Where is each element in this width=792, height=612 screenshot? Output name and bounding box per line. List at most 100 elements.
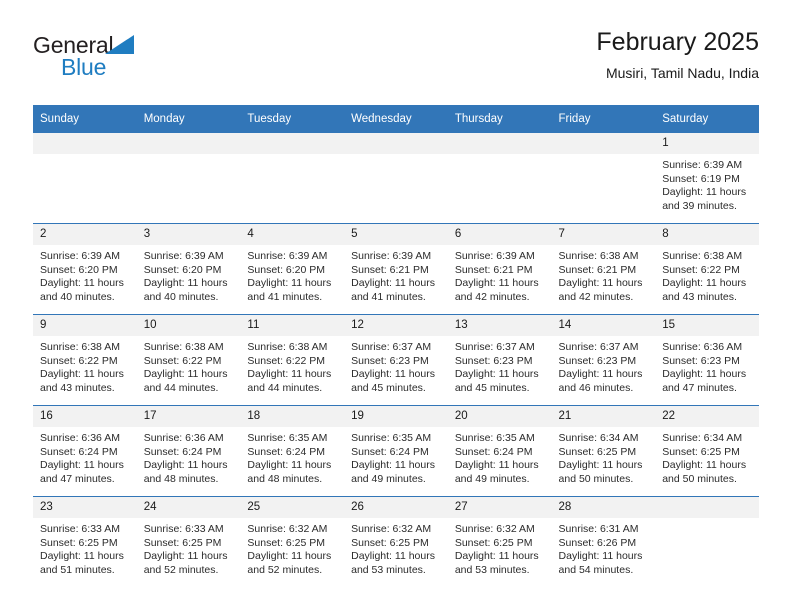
calendar-day-cell[interactable]: 12 Sunrise: 6:37 AM Sunset: 6:23 PM Dayligh… xyxy=(344,314,448,406)
weekday-header-saturday: Saturday xyxy=(655,105,759,133)
daylight-text: Daylight: 11 hours xyxy=(143,550,228,563)
daylight-text-cont: and 45 minutes. xyxy=(351,381,426,394)
sunrise-text: Sunrise: 6:38 AM xyxy=(247,341,328,353)
calendar-day-cell[interactable]: 7 Sunrise: 6:38 AM Sunset: 6:21 PM Daylight… xyxy=(551,223,656,315)
calendar-header-row: Sunday Monday Tuesday Wednesday Thursday… xyxy=(33,105,759,133)
calendar-day-cell[interactable]: 16 Sunrise: 6:36 AM Sunset: 6:24 PM Dayligh… xyxy=(33,405,137,497)
sunrise-text: Sunrise: 6:36 AM xyxy=(662,341,743,353)
sunset-text: Sunset: 6:26 PM xyxy=(558,536,637,549)
calendar-day-cell[interactable]: 18 Sunrise: 6:35 AM Sunset: 6:24 PM Dayligh… xyxy=(240,405,345,497)
day-number: 24 xyxy=(136,497,241,518)
day-details: Sunrise: 6:32 AM Sunset: 6:25 PM Daylight:… xyxy=(344,518,448,577)
daylight-text-cont: and 52 minutes. xyxy=(247,563,323,576)
day-details: Sunrise: 6:39 AM Sunset: 6:21 PM Daylight:… xyxy=(344,245,448,304)
calendar-day-cell[interactable]: 23 Sunrise: 6:33 AM Sunset: 6:25 PM Dayligh… xyxy=(33,496,137,587)
day-details: Sunrise: 6:32 AM Sunset: 6:25 PM Daylight:… xyxy=(240,518,344,577)
sunset-text: Sunset: 6:23 PM xyxy=(351,354,429,367)
calendar-day-cell[interactable]: 2 Sunrise: 6:39 AM Sunset: 6:20 PM Daylight… xyxy=(33,223,137,315)
day-details: Sunrise: 6:38 AM Sunset: 6:21 PM Daylight:… xyxy=(552,245,656,304)
weekday-row: Sunday Monday Tuesday Wednesday Thursday… xyxy=(33,105,759,133)
calendar-day-cell[interactable]: 22 Sunrise: 6:34 AM Sunset: 6:25 PM Dayligh… xyxy=(655,405,759,497)
sunset-text: Sunset: 6:25 PM xyxy=(662,445,740,458)
daylight-text-cont: and 46 minutes. xyxy=(558,381,634,394)
daylight-text: Daylight: 11 hours xyxy=(143,459,228,472)
daylight-text: Daylight: 11 hours xyxy=(558,459,643,472)
sunrise-text: Sunrise: 6:37 AM xyxy=(558,341,639,353)
day-details: Sunrise: 6:37 AM Sunset: 6:23 PM Daylight:… xyxy=(344,336,448,395)
calendar-week-row: 1 Sunrise: 6:39 AM Sunset: 6:19 PM Daylight… xyxy=(33,133,759,224)
day-number: 7 xyxy=(551,224,656,245)
daylight-text: Daylight: 11 hours xyxy=(662,277,747,290)
calendar-day-cell[interactable]: 27 Sunrise: 6:32 AM Sunset: 6:25 PM Dayligh… xyxy=(447,496,552,587)
calendar-day-cell[interactable]: 5 Sunrise: 6:39 AM Sunset: 6:21 PM Daylight… xyxy=(344,223,448,315)
calendar-day-cell[interactable]: 25 Sunrise: 6:32 AM Sunset: 6:25 PM Dayligh… xyxy=(240,496,345,587)
calendar-day-cell[interactable]: 8 Sunrise: 6:38 AM Sunset: 6:22 PM Daylight… xyxy=(655,223,759,315)
sunset-text: Sunset: 6:22 PM xyxy=(40,354,118,367)
calendar-day-cell[interactable]: 24 Sunrise: 6:33 AM Sunset: 6:25 PM Dayligh… xyxy=(136,496,241,587)
calendar-day-cell[interactable]: 15 Sunrise: 6:36 AM Sunset: 6:23 PM Dayligh… xyxy=(655,314,759,406)
daylight-text-cont: and 43 minutes. xyxy=(662,290,737,303)
sunrise-text: Sunrise: 6:33 AM xyxy=(143,523,224,535)
day-number: 13 xyxy=(447,315,552,336)
calendar-week-row: 16 Sunrise: 6:36 AM Sunset: 6:24 PM Dayligh… xyxy=(33,405,759,497)
page-header: General Blue February 2025 Musiri, Tamil… xyxy=(33,27,759,97)
day-details: Sunrise: 6:33 AM Sunset: 6:25 PM Daylight:… xyxy=(33,518,137,577)
day-number: 5 xyxy=(344,224,448,245)
daylight-text: Daylight: 11 hours xyxy=(662,459,747,472)
daylight-text: Daylight: 11 hours xyxy=(40,277,124,290)
day-number: 15 xyxy=(655,315,759,336)
day-details: Sunrise: 6:38 AM Sunset: 6:22 PM Daylight:… xyxy=(33,336,137,395)
day-number xyxy=(240,133,345,154)
day-details: Sunrise: 6:35 AM Sunset: 6:24 PM Daylight:… xyxy=(448,427,552,486)
calendar-day-cell[interactable]: 21 Sunrise: 6:34 AM Sunset: 6:25 PM Dayligh… xyxy=(551,405,656,497)
sunset-text: Sunset: 6:25 PM xyxy=(558,445,637,458)
day-details xyxy=(137,154,241,159)
day-number xyxy=(344,133,448,154)
calendar-day-cell[interactable]: 17 Sunrise: 6:36 AM Sunset: 6:24 PM Dayligh… xyxy=(136,405,241,497)
sunrise-text: Sunrise: 6:38 AM xyxy=(40,341,120,353)
calendar-day-cell[interactable]: 11 Sunrise: 6:38 AM Sunset: 6:22 PM Dayligh… xyxy=(240,314,345,406)
calendar-day-cell[interactable]: 13 Sunrise: 6:37 AM Sunset: 6:23 PM Dayligh… xyxy=(447,314,552,406)
calendar-day-cell[interactable]: 3 Sunrise: 6:39 AM Sunset: 6:20 PM Daylight… xyxy=(136,223,241,315)
day-number: 17 xyxy=(136,406,241,427)
day-number xyxy=(33,133,137,154)
sunrise-text: Sunrise: 6:39 AM xyxy=(351,250,432,262)
day-details xyxy=(33,154,137,159)
daylight-text: Daylight: 11 hours xyxy=(454,459,539,472)
sunset-text: Sunset: 6:24 PM xyxy=(247,445,326,458)
sunset-text: Sunset: 6:20 PM xyxy=(40,263,118,276)
calendar-day-cell[interactable]: 14 Sunrise: 6:37 AM Sunset: 6:23 PM Dayligh… xyxy=(551,314,656,406)
weekday-header-friday: Friday xyxy=(551,105,656,133)
day-details xyxy=(655,518,759,523)
calendar-day-cell[interactable]: 1 Sunrise: 6:39 AM Sunset: 6:19 PM Daylight… xyxy=(655,133,759,224)
daylight-text: Daylight: 11 hours xyxy=(247,459,332,472)
calendar-day-cell[interactable]: 20 Sunrise: 6:35 AM Sunset: 6:24 PM Dayligh… xyxy=(447,405,552,497)
sunrise-text: Sunrise: 6:39 AM xyxy=(247,250,328,262)
sunrise-text: Sunrise: 6:35 AM xyxy=(351,432,432,444)
daylight-text: Daylight: 11 hours xyxy=(454,550,539,563)
day-details: Sunrise: 6:37 AM Sunset: 6:23 PM Daylight:… xyxy=(552,336,656,395)
calendar-cell-empty xyxy=(551,133,656,224)
sunset-text: Sunset: 6:23 PM xyxy=(454,354,533,367)
calendar-day-cell[interactable]: 28 Sunrise: 6:31 AM Sunset: 6:26 PM Dayligh… xyxy=(551,496,656,587)
day-details: Sunrise: 6:35 AM Sunset: 6:24 PM Daylight:… xyxy=(240,427,344,486)
calendar-day-cell[interactable]: 9 Sunrise: 6:38 AM Sunset: 6:22 PM Daylight… xyxy=(33,314,137,406)
calendar-day-cell[interactable]: 26 Sunrise: 6:32 AM Sunset: 6:25 PM Dayligh… xyxy=(344,496,448,587)
calendar-week-row: 9 Sunrise: 6:38 AM Sunset: 6:22 PM Daylight… xyxy=(33,314,759,406)
day-details: Sunrise: 6:38 AM Sunset: 6:22 PM Daylight:… xyxy=(137,336,241,395)
day-details: Sunrise: 6:38 AM Sunset: 6:22 PM Daylight:… xyxy=(655,245,759,304)
sunrise-text: Sunrise: 6:36 AM xyxy=(143,432,224,444)
sunset-text: Sunset: 6:19 PM xyxy=(662,172,740,185)
calendar-cell-empty xyxy=(344,133,448,224)
calendar-day-cell[interactable]: 4 Sunrise: 6:39 AM Sunset: 6:20 PM Daylight… xyxy=(240,223,345,315)
daylight-text-cont: and 39 minutes. xyxy=(662,199,737,212)
sunset-text: Sunset: 6:25 PM xyxy=(351,536,429,549)
day-number: 27 xyxy=(447,497,552,518)
calendar-day-cell[interactable]: 6 Sunrise: 6:39 AM Sunset: 6:21 PM Daylight… xyxy=(447,223,552,315)
day-details: Sunrise: 6:33 AM Sunset: 6:25 PM Daylight:… xyxy=(137,518,241,577)
general-blue-logo[interactable]: General Blue xyxy=(33,32,263,88)
daylight-text-cont: and 51 minutes. xyxy=(40,563,115,576)
calendar-day-cell[interactable]: 19 Sunrise: 6:35 AM Sunset: 6:24 PM Dayligh… xyxy=(344,405,448,497)
calendar-day-cell[interactable]: 10 Sunrise: 6:38 AM Sunset: 6:22 PM Dayligh… xyxy=(136,314,241,406)
daylight-text: Daylight: 11 hours xyxy=(662,186,747,199)
